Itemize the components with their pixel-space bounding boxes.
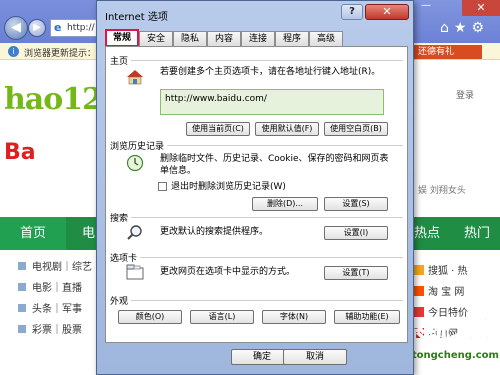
- internet-options-dialog: Internet 选项 ? ✕ 常规 安全 隐私 内容 连接 程序 高级 主页 …: [96, 0, 414, 375]
- dialog-title: Internet 选项: [105, 12, 168, 23]
- search-description: 更改默认的搜索提供程序。: [160, 227, 269, 237]
- divider: [110, 60, 403, 61]
- taobao-icon: [414, 286, 424, 296]
- home-section-title: 主页: [110, 54, 132, 67]
- use-current-button[interactable]: 使用当前页(C): [186, 122, 250, 136]
- languages-button[interactable]: 语言(L): [190, 310, 254, 324]
- watermark-brand: 系统之家: [402, 316, 499, 345]
- accessibility-button[interactable]: 辅助功能(E): [334, 310, 400, 324]
- use-blank-button[interactable]: 使用空白页(B): [324, 122, 388, 136]
- search-section-title: 搜索: [110, 211, 132, 224]
- forward-button[interactable]: ▶: [28, 19, 46, 37]
- list-item[interactable]: 电影｜直播: [18, 279, 108, 300]
- tab-security[interactable]: 安全: [139, 31, 173, 47]
- search-settings-button[interactable]: 设置(I): [324, 226, 388, 240]
- tabs-settings-button[interactable]: 设置(T): [324, 266, 388, 280]
- site-logo[interactable]: hao12: [4, 82, 103, 117]
- browser-close-button[interactable]: ✕: [462, 0, 500, 16]
- promo-button[interactable]: 还德有礼: [414, 45, 482, 59]
- list-item-label: 电视剧｜综艺: [32, 262, 92, 273]
- list-item-label: 头条｜军事: [32, 304, 82, 315]
- tab-general[interactable]: 常规: [105, 29, 139, 47]
- delete-history-button[interactable]: 删除(D)...: [252, 197, 318, 211]
- tabs-icon: [126, 264, 144, 283]
- address-bar[interactable]: e http://: [50, 19, 100, 37]
- nav-item-2[interactable]: 电: [82, 217, 95, 250]
- lottery-icon: [18, 325, 26, 333]
- divider: [110, 257, 403, 258]
- news-icon: [18, 304, 26, 312]
- hot-news-text[interactable]: 娱 刘翔女头: [418, 183, 466, 196]
- colors-button[interactable]: 颜色(O): [118, 310, 182, 324]
- help-button[interactable]: ?: [341, 4, 363, 20]
- minimize-icon[interactable]: —: [414, 0, 438, 14]
- list-item[interactable]: 搜狐 · 热: [414, 262, 500, 283]
- tools-icon[interactable]: ⚙: [471, 20, 489, 36]
- dialog-close-button[interactable]: ✕: [365, 4, 409, 20]
- list-item[interactable]: 头条｜军事: [18, 300, 108, 321]
- home-icon[interactable]: ⌂: [440, 20, 454, 36]
- divider: [110, 217, 403, 218]
- history-description: 删除临时文件、历史记录、Cookie、保存的密码和网页表单信息。: [160, 154, 389, 176]
- list-item-label: 搜狐 · 热: [428, 266, 468, 277]
- tabs-description: 更改网页在选项卡中显示的方式。: [160, 267, 296, 277]
- tab-privacy[interactable]: 隐私: [173, 31, 207, 47]
- ie-icon: e: [54, 21, 62, 34]
- favorites-icon[interactable]: ★: [454, 20, 472, 36]
- tabs-section-title: 选项卡: [110, 251, 141, 264]
- delete-on-exit-checkbox[interactable]: [158, 182, 167, 191]
- watermark-url: xitongcheng.com: [402, 350, 499, 361]
- back-button[interactable]: ◀: [4, 16, 28, 40]
- list-item-label: 彩票｜股票: [32, 325, 82, 336]
- movie-icon: [18, 283, 26, 291]
- tab-content[interactable]: 内容: [207, 31, 241, 47]
- list-item[interactable]: 电视剧｜综艺: [18, 258, 108, 279]
- baidu-logo-fragment: Ba: [4, 140, 36, 165]
- general-panel: 主页 若要创建多个主页选项卡，请在各地址行键入地址(R)。 http://www…: [105, 46, 408, 343]
- home-url-input[interactable]: http://www.baidu.com/: [160, 89, 384, 115]
- list-item[interactable]: 彩票｜股票: [18, 321, 108, 342]
- cancel-button[interactable]: 取消: [283, 349, 347, 365]
- delete-on-exit-label[interactable]: 退出时删除浏览历史记录(W): [171, 181, 286, 193]
- nav-hot[interactable]: 热点: [414, 217, 440, 250]
- use-default-button[interactable]: 使用默认值(F): [255, 122, 319, 136]
- list-item-label: 淘 宝 网: [428, 287, 465, 298]
- browser-toolbar-icons[interactable]: ⌂★⚙: [440, 20, 489, 36]
- nav-hot2[interactable]: 热门: [464, 217, 490, 250]
- nav-home[interactable]: 首页: [0, 217, 66, 250]
- tv-icon: [18, 262, 26, 270]
- history-section-title: 浏览历史记录: [110, 139, 168, 152]
- home-description: 若要创建多个主页选项卡，请在各地址行键入地址(R)。: [160, 67, 381, 77]
- list-item-label: 电影｜直播: [32, 283, 82, 294]
- divider: [110, 300, 403, 301]
- history-settings-button[interactable]: 设置(S): [324, 197, 388, 211]
- tab-advanced[interactable]: 高级: [309, 31, 343, 47]
- left-link-list: 电视剧｜综艺 电影｜直播 头条｜军事 彩票｜股票: [18, 258, 108, 342]
- address-text: http://: [67, 23, 95, 33]
- info-icon: i: [8, 46, 19, 57]
- login-link[interactable]: 登录: [456, 88, 474, 101]
- home-page-icon: [126, 69, 144, 88]
- fonts-button[interactable]: 字体(N): [262, 310, 326, 324]
- sohu-icon: [414, 265, 424, 275]
- tab-programs[interactable]: 程序: [275, 31, 309, 47]
- history-icon: [126, 154, 144, 175]
- search-icon: [126, 224, 144, 245]
- infobar-text: 浏览器更新提示：: [24, 49, 97, 59]
- appearance-section-title: 外观: [110, 294, 132, 307]
- tab-connections[interactable]: 连接: [241, 31, 275, 47]
